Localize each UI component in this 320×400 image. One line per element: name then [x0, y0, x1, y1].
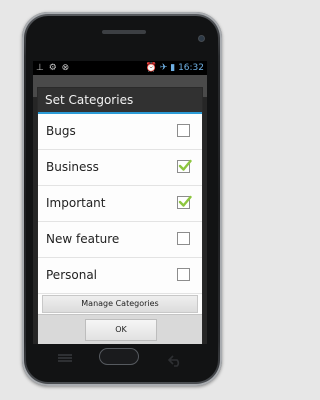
checkmark-icon — [178, 159, 192, 171]
category-checkbox[interactable] — [177, 268, 190, 281]
home-button[interactable] — [99, 348, 139, 365]
category-list: Bugs Business Important New feature Pers… — [38, 114, 202, 294]
category-row-business[interactable]: Business — [38, 150, 202, 186]
front-camera — [199, 36, 204, 41]
category-label: Bugs — [46, 124, 76, 138]
category-checkbox[interactable] — [177, 124, 190, 137]
earpiece-speaker — [102, 30, 146, 34]
clock: 16:32 — [178, 63, 204, 73]
ok-button[interactable]: OK — [85, 319, 157, 341]
menu-icon[interactable] — [58, 354, 72, 362]
system-icons: ⏰ ✈ ▮ — [145, 63, 176, 73]
category-row-personal[interactable]: Personal — [38, 258, 202, 294]
status-bar: ⊥ ⚙ ⊗ ⏰ ✈ ▮ 16:32 — [33, 61, 207, 75]
dialog-header: Set Categories — [38, 88, 202, 114]
back-icon[interactable] — [167, 352, 182, 367]
dialog-title: Set Categories — [45, 93, 134, 107]
category-row-new-feature[interactable]: New feature — [38, 222, 202, 258]
category-row-bugs[interactable]: Bugs — [38, 114, 202, 150]
checkmark-icon — [178, 195, 192, 207]
category-checkbox[interactable] — [177, 159, 192, 173]
notification-icons: ⊥ ⚙ ⊗ — [36, 63, 71, 73]
category-label: Business — [46, 160, 99, 174]
dialog-footer: OK — [38, 314, 202, 344]
manage-categories-button[interactable]: Manage Categories — [42, 295, 198, 313]
category-checkbox[interactable] — [177, 195, 192, 209]
set-categories-dialog: Set Categories Bugs Business Important N… — [38, 88, 202, 344]
category-label: New feature — [46, 232, 120, 246]
category-label: Important — [46, 196, 106, 210]
page: ⊥ ⚙ ⊗ ⏰ ✈ ▮ 16:32 Set Categories Bugs Bu… — [0, 0, 240, 400]
screen: ⊥ ⚙ ⊗ ⏰ ✈ ▮ 16:32 Set Categories Bugs Bu… — [33, 61, 207, 344]
status-right: ⏰ ✈ ▮ 16:32 — [146, 61, 204, 75]
category-checkbox[interactable] — [177, 232, 190, 245]
category-row-important[interactable]: Important — [38, 186, 202, 222]
category-label: Personal — [46, 268, 98, 282]
